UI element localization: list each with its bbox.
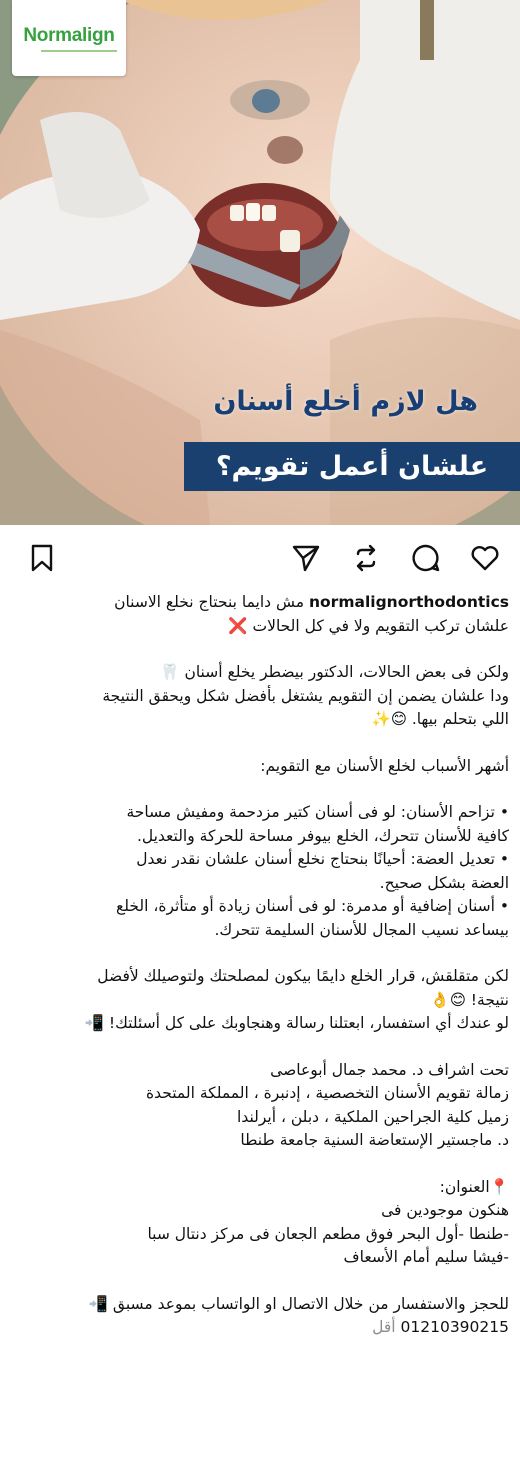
address-line: -فيشا سليم أمام الأسعاف — [343, 1248, 509, 1266]
doctor-info: د. ماجستير الإستعاضة السنية جامعة طنطا — [240, 1131, 509, 1149]
booking-phone-row: 01210390215 أقل — [12, 1316, 509, 1340]
heart-icon[interactable] — [469, 542, 501, 574]
caption-line: اللي بتحلم بيها. 😊✨ — [371, 710, 509, 728]
reason-item: كافية للأسنان تتحرك، الخلع بيوفر مساحة ل… — [136, 826, 509, 845]
logo-underline — [41, 49, 117, 52]
reason-item: • تعديل العضة: أحيانًا بنحتاج نخلع أسنان… — [136, 850, 509, 868]
bookmark-icon[interactable] — [26, 542, 58, 574]
booking-line: للحجز والاستفسار من خلال الاتصال او الوا… — [88, 1294, 509, 1313]
comment-icon[interactable] — [410, 542, 442, 574]
phone-number[interactable]: 01210390215 — [401, 1318, 509, 1336]
reason-item: بيساعد نسيب المجال للأسنان السليمة تتحرك… — [214, 920, 509, 939]
reason-item: • تزاحم الأسنان: لو فى أسنان كتير مزدحمة… — [126, 803, 509, 821]
caption-line: نتيجة! 😊👌 — [430, 990, 509, 1009]
repost-icon[interactable] — [350, 542, 382, 574]
address-line: هنكون موجودين فى — [381, 1201, 509, 1219]
caption-line: ودا علشان يضمن إن التقويم يشتغل بأفضل شك… — [102, 686, 509, 705]
brand-logo: Normalign — [12, 0, 126, 76]
headline-line-2: علشان أعمل تقويم؟ — [215, 451, 489, 482]
doctor-info: تحت اشراف د. محمد جمال أبوعاصى — [270, 1060, 509, 1079]
caption-line: لكن متقلقش، قرار الخلع دايمًا بيكون لمصل… — [97, 967, 509, 985]
headline-band: علشان أعمل تقويم؟ — [184, 442, 520, 491]
doctor-info: زميل كلية الجراحين الملكية ، دبلن ، أيرل… — [237, 1107, 509, 1126]
doctor-info: زمالة تقويم الأسنان التخصصية ، إدنبرة ، … — [145, 1084, 509, 1102]
reasons-title: أشهر الأسباب لخلع الأسنان مع التقويم: — [260, 756, 509, 775]
reason-item: • أسنان إضافية أو مدمرة: لو فى أسنان زيا… — [115, 897, 509, 915]
post-actions-bar — [0, 525, 520, 591]
caption-line: لو عندك أي استفسار، ابعتلنا رسالة وهنجاو… — [84, 1014, 509, 1032]
address-title: 📍العنوان: — [439, 1177, 509, 1196]
address-line: -طنطا -أول البحر فوق مطعم الجعان فى مركز… — [147, 1224, 509, 1243]
show-less-link[interactable]: أقل — [372, 1318, 395, 1336]
caption-intro: normalignorthodontics مش دايما بنحتاج نخ… — [12, 591, 509, 615]
caption-text: مش دايما بنحتاج نخلع الاسنان — [114, 593, 309, 611]
brand-name: Normalign — [23, 24, 115, 46]
reason-item: العضة بشكل صحيح. — [379, 873, 509, 892]
send-icon[interactable] — [290, 542, 322, 574]
caption-line: ولكن فى بعض الحالات، الدكتور بيضطر يخلع … — [160, 663, 509, 681]
username-link[interactable]: normalignorthodontics — [309, 593, 509, 611]
headline-line-1: هل لازم أخلع أسنان — [213, 386, 478, 417]
caption-line: علشان تركب التقويم ولا في كل الحالات ❌ — [228, 616, 509, 635]
post-caption: normalignorthodontics مش دايما بنحتاج نخ… — [0, 591, 520, 1340]
post-image[interactable]: Normalign هل لازم أخلع أسنان علشان أعمل … — [0, 0, 520, 525]
